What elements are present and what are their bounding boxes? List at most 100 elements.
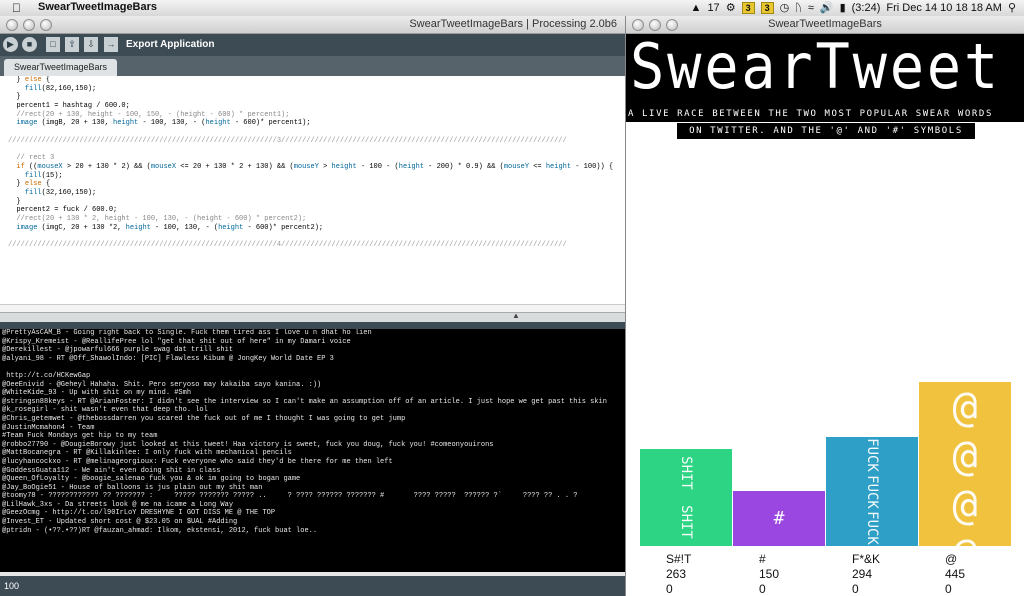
notification-count[interactable]: 17 bbox=[707, 2, 719, 14]
bar-value: 445 bbox=[945, 567, 966, 581]
console-line: @k_rosegirl - shit wasn't even that deep… bbox=[2, 406, 208, 415]
adobe-icon[interactable]: ▲ bbox=[691, 2, 702, 14]
bar-secondary-value: 0 bbox=[759, 582, 766, 596]
run-button[interactable]: ▶ bbox=[3, 37, 18, 52]
console-line: @GoddessGuata112 - We ain't even doing s… bbox=[2, 466, 221, 475]
bar-value: 150 bbox=[759, 567, 780, 581]
bar-2[interactable]: FUCK FUCK FUCK bbox=[826, 437, 918, 546]
code-line[interactable]: ////////////////////////////////////////… bbox=[0, 241, 625, 250]
bar-glyph: # bbox=[773, 507, 785, 529]
bar-label: F*&K bbox=[852, 552, 881, 566]
console-line: @Jay_BoOgie51 - House of balloons is jus… bbox=[2, 483, 263, 492]
new-sketch-button[interactable]: □ bbox=[46, 37, 60, 52]
bar-1[interactable]: # bbox=[733, 490, 825, 546]
code-line[interactable] bbox=[0, 232, 625, 241]
bar-secondary-value: 0 bbox=[945, 582, 952, 596]
code-line[interactable]: } bbox=[0, 198, 625, 207]
bar-glyph: FUCK bbox=[864, 438, 880, 473]
export-application-label: Export Application bbox=[126, 39, 215, 50]
code-line[interactable]: } else { bbox=[0, 180, 625, 189]
stop-button[interactable]: ■ bbox=[22, 37, 37, 52]
console-line: @alyani_98 - RT @Off_ShawolIndo: [PIC] F… bbox=[2, 354, 334, 363]
line-number-status: 100 bbox=[0, 576, 625, 596]
bar-glyph: FUCK bbox=[864, 474, 880, 509]
battery-icon[interactable]: ▮ bbox=[840, 1, 846, 14]
code-line[interactable] bbox=[0, 128, 625, 137]
console-line: @Chris_getemwet - @thebossdarren you sca… bbox=[2, 414, 406, 423]
console-line: @GeezOcmg - http://t.co/l90IrLoY DRESHYN… bbox=[2, 509, 276, 518]
code-line[interactable]: //rect(20 + 130 * 2, height - 100, 130, … bbox=[0, 215, 625, 224]
code-line[interactable]: image (imgB, 20 + 130, height - 100, 130… bbox=[0, 119, 625, 128]
apple-icon[interactable]:  bbox=[12, 1, 21, 15]
bar-secondary-value: 0 bbox=[666, 582, 673, 596]
code-editor[interactable]: } else { fill(82,160,150); } percent1 = … bbox=[0, 76, 625, 304]
console-line: @LilHawk_3xs - Da streets look @ me na i… bbox=[2, 500, 234, 509]
bar-value: 294 bbox=[852, 567, 873, 581]
console-line: @MattBocanegra - RT @Killakinlee: I only… bbox=[2, 449, 292, 458]
console-line: @Derekillest - @jpowarful666 purple swag… bbox=[2, 346, 234, 355]
code-line[interactable]: } bbox=[0, 93, 625, 102]
code-line[interactable]: image (imgC, 20 + 130 *2, height - 100, … bbox=[0, 224, 625, 233]
spotlight-icon[interactable]: ⚲ bbox=[1008, 1, 1016, 14]
editor-window-title: SwearTweetImageBars | Processing 2.0b6 bbox=[409, 18, 617, 30]
bar-glyph: @ bbox=[952, 430, 978, 480]
console-output[interactable]: @PrettyAsCAM_B - Going right back to Sin… bbox=[0, 329, 625, 572]
bar-glyph: @ bbox=[952, 529, 977, 546]
badge-3b[interactable]: 3 bbox=[760, 1, 774, 14]
swear-bar-chart: SHIT SHIT S#!T 263 0 # #150 0 FUCK FUCK FUCK F*&K 29… bbox=[626, 16, 1024, 596]
code-line[interactable]: fill(32,160,150); bbox=[0, 189, 625, 198]
bar-label: @ bbox=[945, 552, 958, 566]
tab-sweartweetimagebars[interactable]: SwearTweetImageBars bbox=[4, 59, 118, 76]
bluetooth-icon[interactable]: ᚢ bbox=[795, 2, 802, 14]
code-line[interactable]: fill(82,160,150); bbox=[0, 85, 625, 94]
console-line: @OeeEnivid - @Geheyl Hahaha. Shit. Pero … bbox=[2, 380, 322, 389]
code-line[interactable]: } else { bbox=[0, 76, 625, 85]
code-line[interactable]: percent2 = fuck / 600.0; bbox=[0, 206, 625, 215]
console-line: #Team Fuck Mondays get hip to my team bbox=[2, 432, 158, 441]
code-line[interactable]: //rect(20 + 130, height - 100, 150, - (h… bbox=[0, 111, 625, 120]
code-line[interactable] bbox=[0, 146, 625, 155]
console-line: @toomy78 - ???????????? ?? ??????? : ???… bbox=[2, 492, 578, 501]
code-line[interactable]: // rect 3 bbox=[0, 154, 625, 163]
sketch-output-window: SwearTweetImageBars SwearTweet A LIVE RA… bbox=[625, 16, 1024, 596]
close-window-button[interactable] bbox=[6, 19, 18, 31]
bar-glyph: SHIT bbox=[678, 456, 694, 490]
menu-app-name[interactable]: SwearTweetImageBars bbox=[38, 1, 157, 13]
code-line[interactable]: ////////////////////////////////////////… bbox=[0, 137, 625, 146]
console-line: @robbo27790 - @DougieBorowy just looked … bbox=[2, 440, 494, 449]
save-sketch-button[interactable]: ⇩ bbox=[84, 37, 98, 52]
bar-0[interactable]: SHIT SHIT bbox=[640, 448, 732, 546]
bar-secondary-value: 0 bbox=[852, 582, 859, 596]
console-line: @Invest_ET - Updated short cost @ $23.05… bbox=[2, 518, 238, 527]
code-line[interactable]: percent1 = hashtag / 600.0; bbox=[0, 102, 625, 111]
code-line[interactable]: fill(15); bbox=[0, 172, 625, 181]
console-line: @JustinMcmahon4 - Team bbox=[2, 423, 95, 432]
console-line: @lucyhancockxo - RT @melinageorgioux: Fu… bbox=[2, 457, 393, 466]
volume-icon[interactable]: 🔊 bbox=[820, 1, 834, 14]
console-line: @WhiteKide_93 - Up with shit on my mind.… bbox=[2, 389, 192, 398]
sketch-tab-strip: SwearTweetImageBars bbox=[0, 56, 625, 76]
console-line: @Krispy_Kremeist - @ReallifePree lol "ge… bbox=[2, 337, 351, 346]
bar-glyph: FUCK bbox=[864, 511, 880, 545]
export-button[interactable]: → bbox=[104, 37, 118, 52]
wifi-icon[interactable]: ≈ bbox=[808, 2, 814, 14]
divider-handle-icon[interactable]: ▲ bbox=[512, 311, 520, 320]
bar-3[interactable]: @@@@ bbox=[919, 381, 1011, 546]
zoom-window-button[interactable] bbox=[40, 19, 52, 31]
sync-icon[interactable]: ⚙ bbox=[726, 1, 736, 14]
badge-3a[interactable]: 3 bbox=[741, 1, 755, 14]
code-line[interactable]: if ((mouseX > 20 + 130 * 2) && (mouseX <… bbox=[0, 163, 625, 172]
clock-icon[interactable]: ◷ bbox=[780, 1, 790, 14]
editor-titlebar[interactable]: SwearTweetImageBars | Processing 2.0b6 bbox=[0, 16, 625, 34]
open-sketch-button[interactable]: ⇧ bbox=[65, 37, 79, 52]
console-line: @Queen_OfLoyalty - @boogie_salenao fuck … bbox=[2, 475, 301, 484]
menu-bar:  SwearTweetImageBars ▲ 17 ⚙ 3 3 ◷ ᚢ ≈ 🔊… bbox=[0, 0, 1024, 17]
editor-toolbar: ▶ ■ □ ⇧ ⇩ → Export Application bbox=[0, 34, 625, 56]
minimize-window-button[interactable] bbox=[23, 19, 35, 31]
clock-text[interactable]: Fri Dec 14 10 18 18 AM bbox=[886, 2, 1002, 14]
console-line: @PrettyAsCAM_B - Going right back to Sin… bbox=[2, 329, 372, 337]
battery-time[interactable]: (3:24) bbox=[852, 2, 881, 14]
bar-glyph: @ bbox=[952, 479, 978, 529]
bar-value: 263 bbox=[666, 567, 687, 581]
